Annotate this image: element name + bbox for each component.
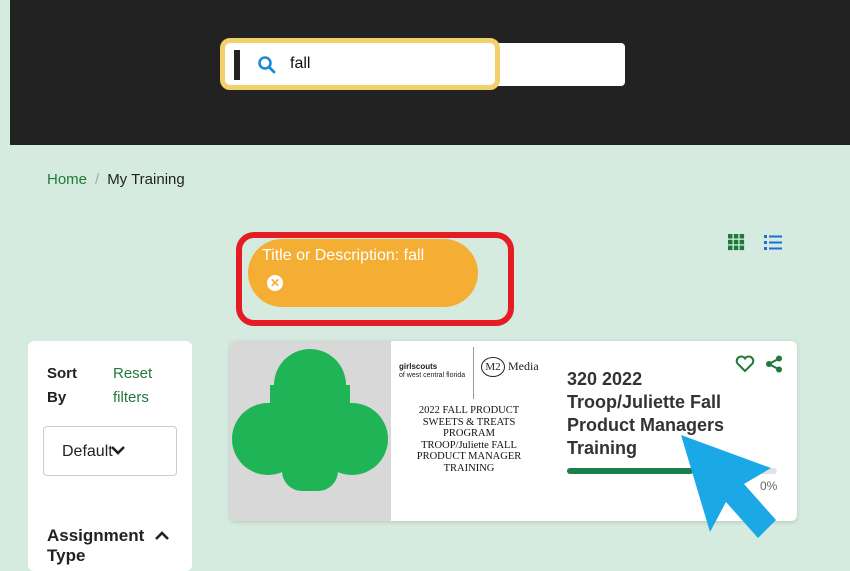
- chevron-up-icon[interactable]: [154, 530, 170, 542]
- reset-filters-link[interactable]: Reset filters: [113, 362, 173, 410]
- filter-highlight-outline: [236, 232, 514, 326]
- heart-icon[interactable]: [735, 355, 755, 373]
- sort-select-value[interactable]: Default: [62, 443, 113, 461]
- m2-mark: M2: [481, 357, 505, 377]
- breadcrumb-home-link[interactable]: Home: [47, 171, 87, 188]
- view-toggle: [727, 233, 783, 251]
- promo-line: SWEETS & TREATS: [422, 416, 516, 428]
- promo-text: 2022 FALL PRODUCT SWEETS & TREATS PROGRA…: [397, 405, 541, 474]
- grid-icon[interactable]: [727, 233, 745, 251]
- promo-line: PRODUCT MANAGER: [416, 451, 522, 462]
- promo-line: PROGRAM: [443, 428, 495, 439]
- breadcrumb-separator: /: [95, 171, 100, 188]
- progress-bar-fill: [567, 468, 693, 474]
- logo-org-sub: of west central florida: [399, 372, 466, 379]
- sort-by-label: Sort By: [47, 365, 77, 406]
- breadcrumb: Home / My Training: [47, 171, 185, 188]
- trefoil-logo: [232, 349, 388, 491]
- promo-line: TROOP/Juliette FALL: [421, 439, 517, 451]
- share-icon[interactable]: [765, 355, 783, 373]
- search-icon[interactable]: [257, 55, 277, 75]
- promo-line: 2022 FALL PRODUCT: [418, 405, 520, 416]
- promo-line: TRAINING: [443, 462, 495, 474]
- course-thumbnail: [230, 341, 391, 521]
- m2-media-logo: M2 Media: [481, 357, 539, 377]
- logo-divider: [473, 347, 474, 399]
- pointer-arrow-icon: [681, 435, 776, 538]
- list-icon[interactable]: [763, 233, 783, 251]
- search-input-value[interactable]: fall: [290, 55, 310, 73]
- breadcrumb-current: My Training: [107, 171, 185, 188]
- logo-org-name: girlscouts: [399, 362, 438, 371]
- course-promo-image: girlscouts of west central florida M2 Med…: [391, 341, 547, 521]
- media-word: Media: [508, 359, 539, 373]
- assignment-type-heading[interactable]: Assignment Type: [47, 526, 157, 566]
- chevron-down-icon[interactable]: [110, 444, 126, 456]
- girl-scouts-logo: girlscouts of west central florida: [399, 363, 465, 380]
